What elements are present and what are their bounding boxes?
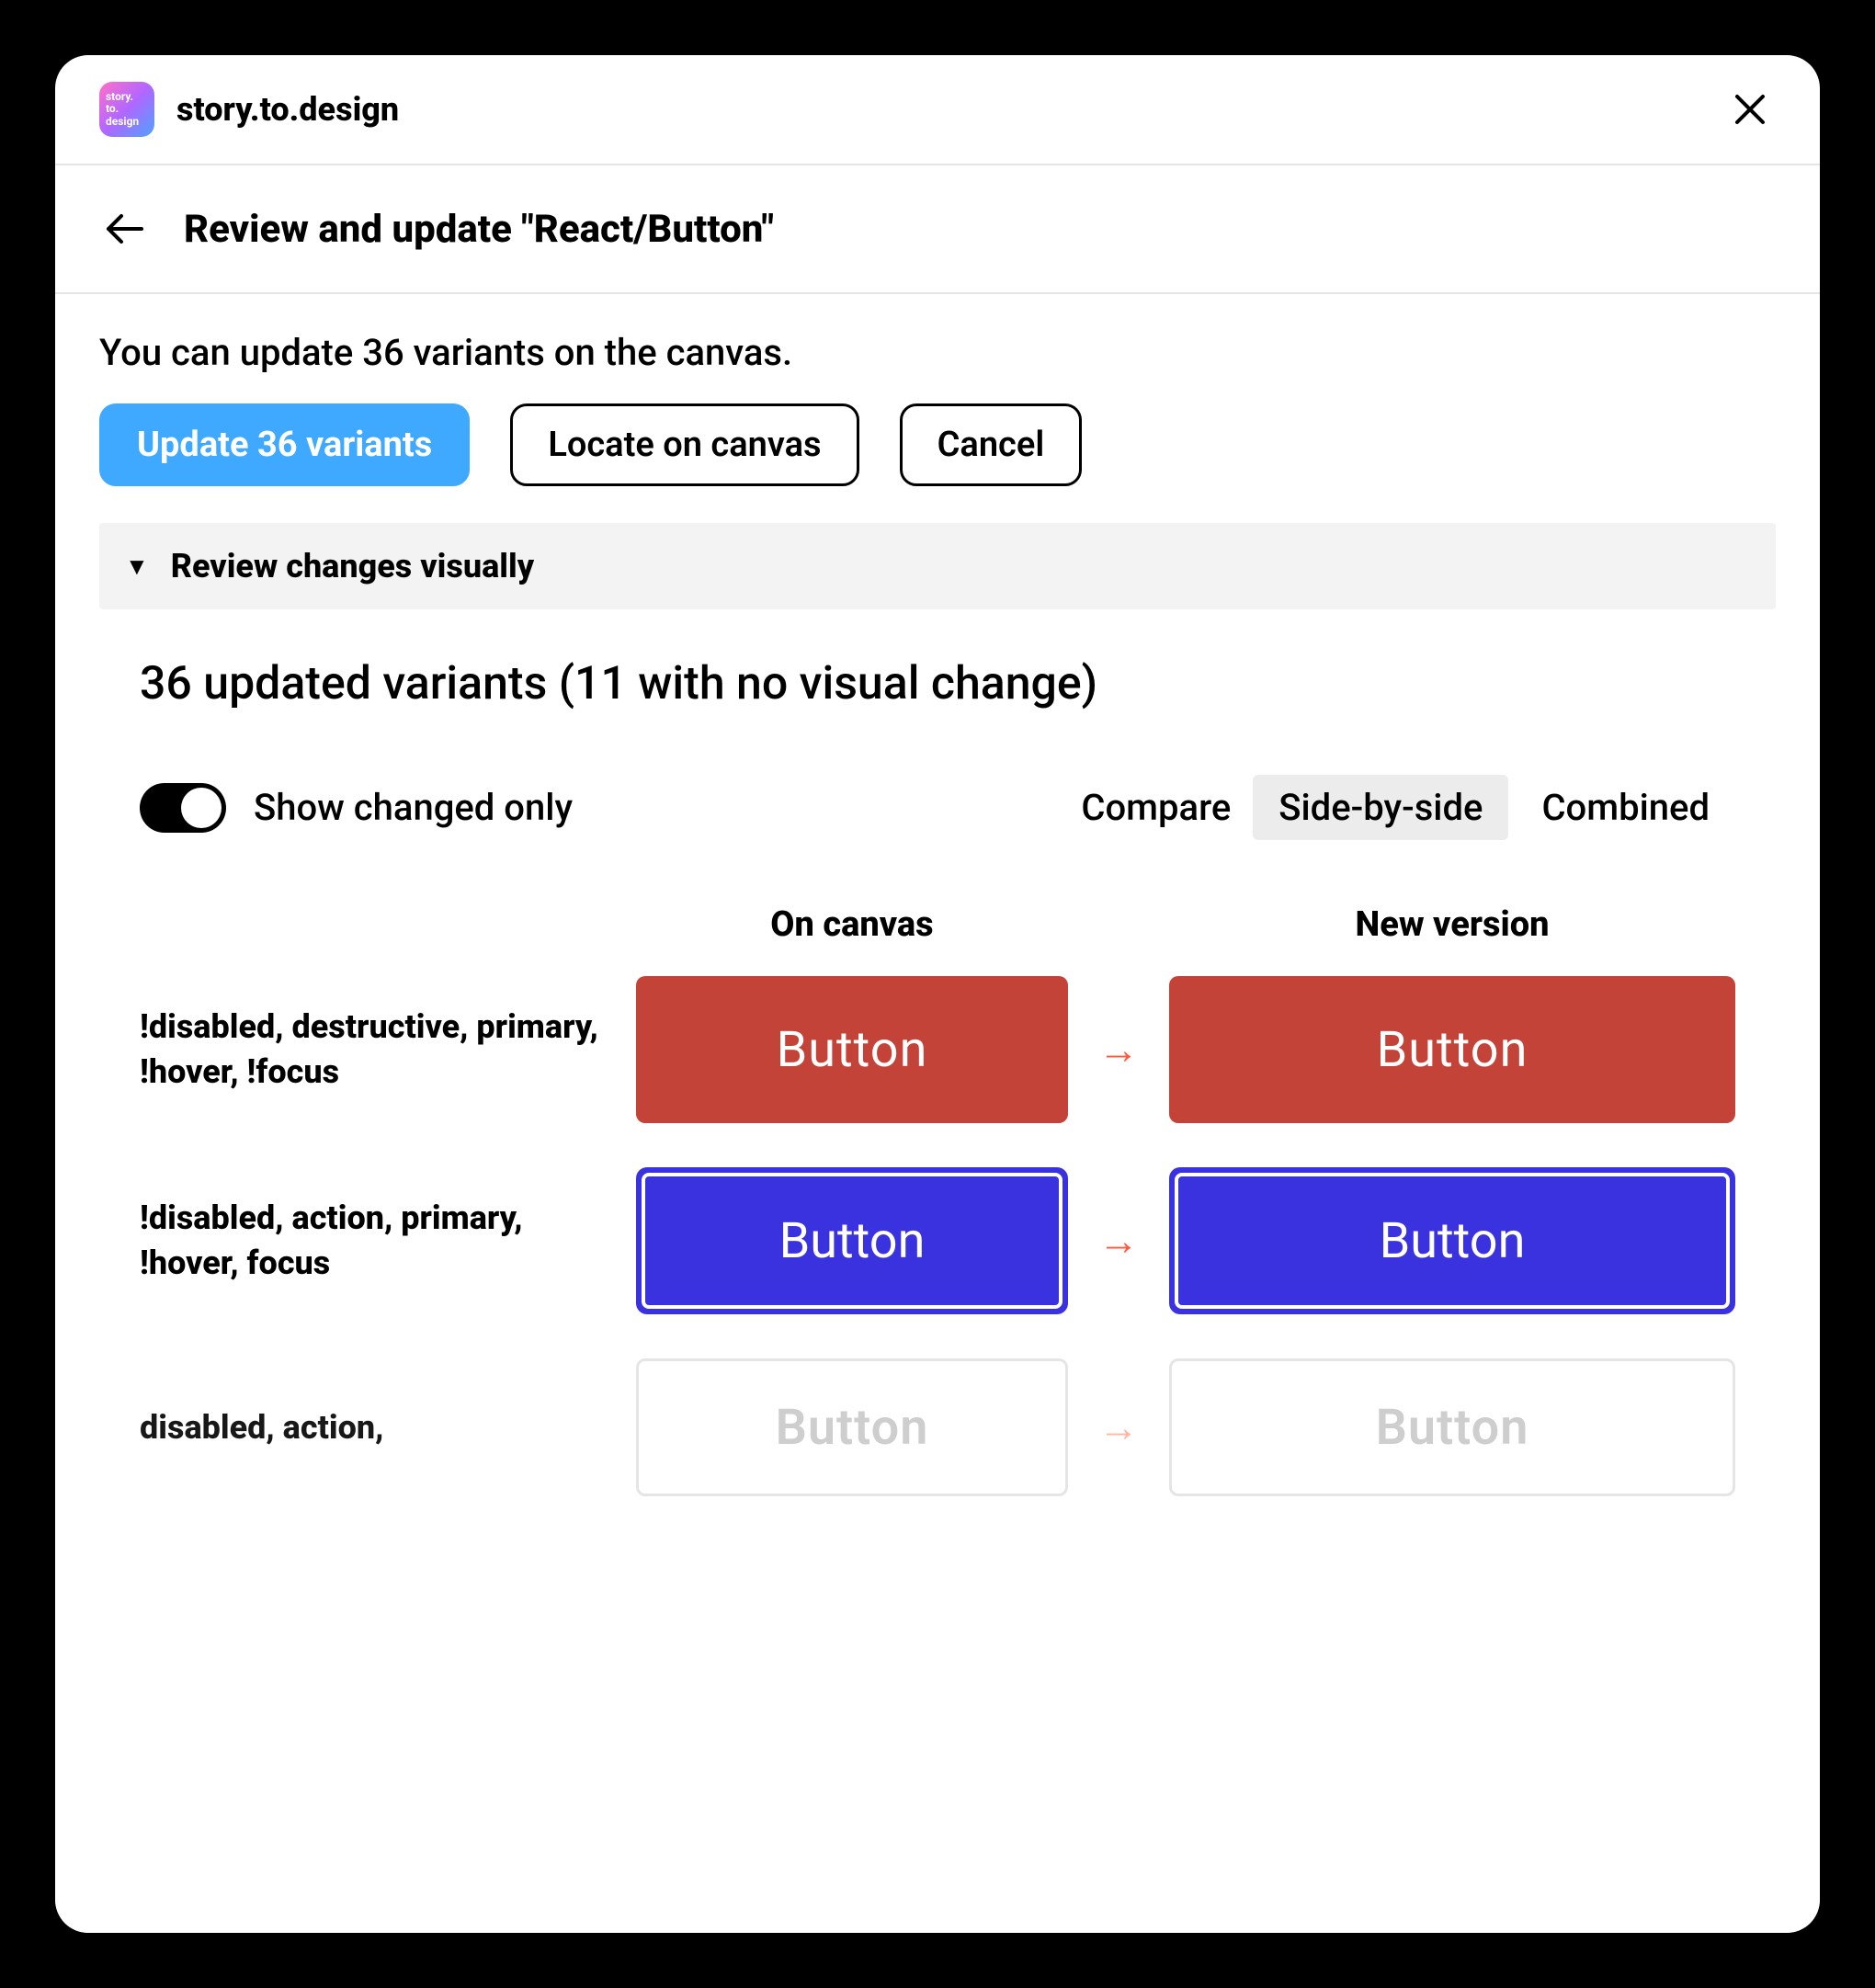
- app-title: story.to.design: [176, 90, 399, 129]
- arrow-right-icon: →: [1068, 1403, 1169, 1451]
- action-row: Update 36 variants Locate on canvas Canc…: [99, 403, 1776, 486]
- preview-text: Button: [1175, 1173, 1730, 1309]
- update-button[interactable]: Update 36 variants: [99, 403, 470, 486]
- preview-new: Button: [1169, 1358, 1735, 1496]
- accordion-content: 36 updated variants (11 with no visual c…: [99, 657, 1776, 1933]
- logo-line: design: [106, 116, 139, 128]
- variant-row: !disabled, destructive, primary, !hover,…: [140, 976, 1735, 1123]
- preview-old: Button: [636, 976, 1068, 1123]
- locate-button[interactable]: Locate on canvas: [510, 403, 858, 486]
- page-title: Review and update "React/Button": [184, 207, 774, 252]
- preview-old: Button: [636, 1358, 1068, 1496]
- toggle-label: Show changed only: [254, 786, 573, 829]
- preview-old: Button: [636, 1167, 1068, 1314]
- cancel-button[interactable]: Cancel: [900, 403, 1083, 486]
- column-new-version: New version: [1169, 904, 1735, 945]
- segment-combined[interactable]: Combined: [1516, 775, 1735, 840]
- accordion-label: Review changes visually: [171, 547, 534, 585]
- logo-line: to.: [106, 103, 119, 115]
- app-logo: story. to. design: [99, 82, 154, 137]
- plugin-window: story. to. design story.to.design Review…: [55, 55, 1820, 1933]
- segment-side-by-side[interactable]: Side-by-side: [1253, 775, 1508, 840]
- column-on-canvas: On canvas: [636, 904, 1068, 945]
- variant-row: disabled, action, Button → Button: [140, 1358, 1735, 1496]
- variant-label: !disabled, action, primary, !hover, focu…: [140, 1196, 636, 1285]
- arrow-right-icon: →: [1068, 1217, 1169, 1265]
- controls-row: Show changed only Compare Side-by-side C…: [140, 775, 1735, 840]
- caret-down-icon: ▼: [125, 552, 149, 581]
- hint-text: You can update 36 variants on the canvas…: [99, 331, 1776, 374]
- arrow-left-icon: [101, 205, 149, 253]
- table-header: On canvas New version: [140, 904, 1735, 945]
- summary-text: 36 updated variants (11 with no visual c…: [140, 657, 1735, 710]
- close-button[interactable]: [1724, 84, 1776, 135]
- compare-group: Compare Side-by-side Combined: [1081, 775, 1735, 840]
- variant-rows: !disabled, destructive, primary, !hover,…: [140, 976, 1735, 1496]
- subheader: Review and update "React/Button": [55, 165, 1820, 294]
- preview-new: Button: [1169, 1167, 1735, 1314]
- preview-new: Button: [1169, 976, 1735, 1123]
- variant-row: !disabled, action, primary, !hover, focu…: [140, 1167, 1735, 1314]
- body: You can update 36 variants on the canvas…: [55, 294, 1820, 1933]
- toggle-knob: [181, 788, 222, 828]
- variant-label: disabled, action,: [140, 1405, 636, 1450]
- show-changed-toggle[interactable]: [140, 783, 226, 833]
- compare-label: Compare: [1081, 786, 1231, 829]
- back-button[interactable]: [99, 203, 151, 255]
- preview-text: Button: [642, 1173, 1062, 1309]
- arrow-right-icon: →: [1068, 1026, 1169, 1074]
- accordion-header[interactable]: ▼ Review changes visually: [99, 523, 1776, 609]
- titlebar: story. to. design story.to.design: [55, 55, 1820, 165]
- close-icon: [1732, 91, 1768, 128]
- variant-label: !disabled, destructive, primary, !hover,…: [140, 1005, 636, 1094]
